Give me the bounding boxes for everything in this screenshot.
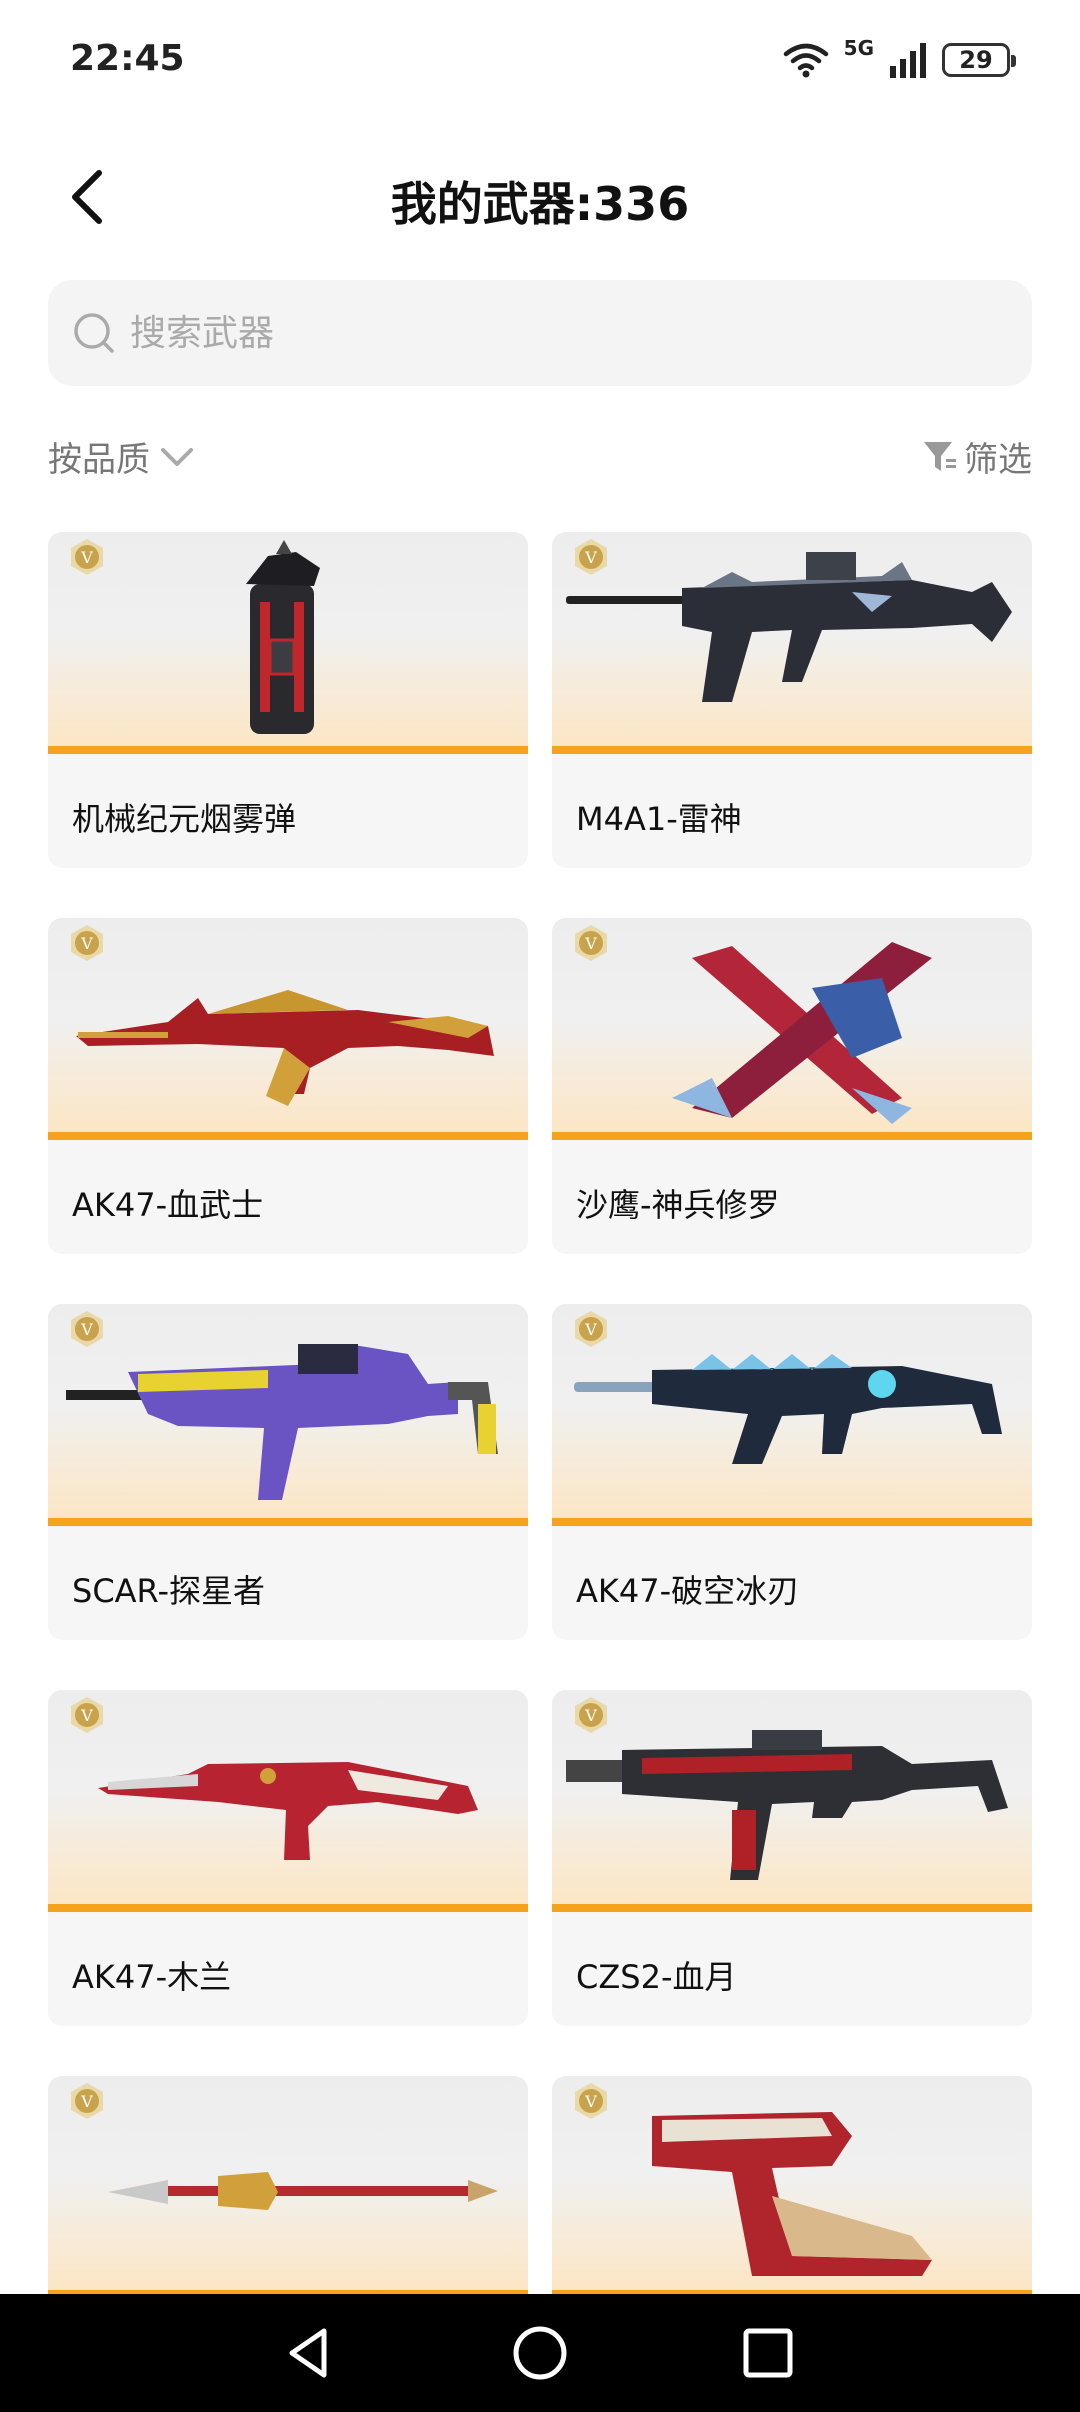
vip-badge-icon: V xyxy=(71,1311,103,1347)
weapon-image: V xyxy=(552,1690,1032,1912)
vip-badge-icon: V xyxy=(575,1697,607,1733)
weapons-screen: 22:45 5G 29 我的武器:336 搜索武器 按品质 筛选 V 机械纪元烟… xyxy=(0,0,1080,2412)
sort-filter-row: 按品质 筛选 xyxy=(48,432,1032,492)
recents-square-icon[interactable] xyxy=(738,2323,798,2383)
pistol-red-icon xyxy=(652,2112,932,2276)
status-bar: 22:45 5G 29 xyxy=(0,0,1080,120)
status-time: 22:45 xyxy=(70,38,185,79)
svg-text:V: V xyxy=(80,2092,93,2111)
weapon-name: AK47-木兰 xyxy=(72,1958,232,1996)
svg-text:V: V xyxy=(584,1706,597,1725)
chevron-down-icon xyxy=(161,447,193,466)
signal-icon xyxy=(890,43,926,78)
network-type: 5G xyxy=(843,36,874,60)
vip-badge-icon: V xyxy=(575,925,607,961)
smg-dark-red-icon xyxy=(566,1730,1008,1880)
battery-level: 29 xyxy=(959,46,993,74)
page-title: 我的武器:336 xyxy=(390,177,690,231)
filter-button[interactable]: 筛选 xyxy=(922,432,1032,481)
weapon-grid: V 机械纪元烟雾弹 V M4A1-雷神 V AK47-血武士 V 沙鹰-神兵修罗… xyxy=(48,532,1032,2294)
weapon-name: M4A1-雷神 xyxy=(576,800,742,838)
weapon-card[interactable]: V CZS2-血月 xyxy=(552,1690,1032,2026)
weapon-card[interactable]: V xyxy=(552,2076,1032,2294)
weapon-card[interactable]: V 机械纪元烟雾弹 xyxy=(48,532,528,868)
svg-text:V: V xyxy=(80,934,93,953)
spear-icon xyxy=(108,2172,498,2210)
vip-badge-icon: V xyxy=(71,539,103,575)
weapon-name: AK47-破空冰刃 xyxy=(576,1572,800,1610)
sort-dropdown[interactable]: 按品质 xyxy=(48,432,194,481)
weapon-image: V xyxy=(48,918,528,1140)
back-triangle-icon[interactable] xyxy=(280,2323,340,2383)
wifi-icon xyxy=(783,43,828,78)
weapon-image: V xyxy=(552,532,1032,754)
weapon-name: AK47-血武士 xyxy=(72,1186,264,1224)
home-circle-icon[interactable] xyxy=(510,2323,570,2383)
weapon-card[interactable]: V AK47-破空冰刃 xyxy=(552,1304,1032,1640)
svg-text:V: V xyxy=(80,548,93,567)
weapon-name: SCAR-探星者 xyxy=(72,1572,266,1610)
weapon-name: CZS2-血月 xyxy=(576,1958,737,1996)
rifle-dark-icon xyxy=(566,552,1012,702)
weapon-name: 沙鹰-神兵修罗 xyxy=(576,1186,780,1224)
search-box[interactable] xyxy=(48,280,1032,386)
svg-text:V: V xyxy=(80,1706,93,1725)
vip-badge-icon: V xyxy=(575,2083,607,2119)
vip-badge-icon: V xyxy=(575,539,607,575)
weapon-card[interactable]: V xyxy=(48,2076,528,2294)
weapon-image: V xyxy=(48,1304,528,1526)
smoke-grenade-icon xyxy=(246,540,320,734)
status-icons: 5G 29 xyxy=(782,36,1016,84)
weapon-card[interactable]: V 沙鹰-神兵修罗 xyxy=(552,918,1032,1254)
weapon-image: V xyxy=(552,2076,1032,2294)
rifle-red-gold-icon xyxy=(76,990,494,1106)
system-nav-bar xyxy=(0,2294,1080,2412)
vip-badge-icon: V xyxy=(71,1697,103,1733)
filter-label: 筛选 xyxy=(964,440,1032,480)
battery-icon: 29 xyxy=(942,43,1016,77)
svg-text:V: V xyxy=(584,1320,597,1339)
weapon-image: V xyxy=(48,2076,528,2294)
search-input[interactable] xyxy=(130,312,1032,354)
svg-text:V: V xyxy=(584,934,597,953)
sort-label: 按品质 xyxy=(48,440,150,480)
weapon-name: 机械纪元烟雾弹 xyxy=(72,800,297,838)
weapon-card[interactable]: V AK47-木兰 xyxy=(48,1690,528,2026)
rifle-purple-icon xyxy=(66,1344,498,1500)
weapon-image: V xyxy=(552,1304,1032,1526)
header: 我的武器:336 xyxy=(0,150,1080,240)
svg-text:V: V xyxy=(584,2092,597,2111)
rifle-white-red-icon xyxy=(98,1762,478,1860)
vip-badge-icon: V xyxy=(575,1311,607,1347)
crossed-blades-icon xyxy=(672,942,932,1124)
search-icon xyxy=(74,313,114,353)
rifle-ice-icon xyxy=(574,1354,1002,1464)
weapon-card[interactable]: V SCAR-探星者 xyxy=(48,1304,528,1640)
vip-badge-icon: V xyxy=(71,925,103,961)
svg-text:V: V xyxy=(584,548,597,567)
weapon-image: V xyxy=(48,1690,528,1912)
funnel-icon xyxy=(924,441,956,471)
weapon-card[interactable]: V AK47-血武士 xyxy=(48,918,528,1254)
weapon-image: V xyxy=(552,918,1032,1140)
svg-text:V: V xyxy=(80,1320,93,1339)
vip-badge-icon: V xyxy=(71,2083,103,2119)
weapon-card[interactable]: V M4A1-雷神 xyxy=(552,532,1032,868)
weapon-image: V xyxy=(48,532,528,754)
